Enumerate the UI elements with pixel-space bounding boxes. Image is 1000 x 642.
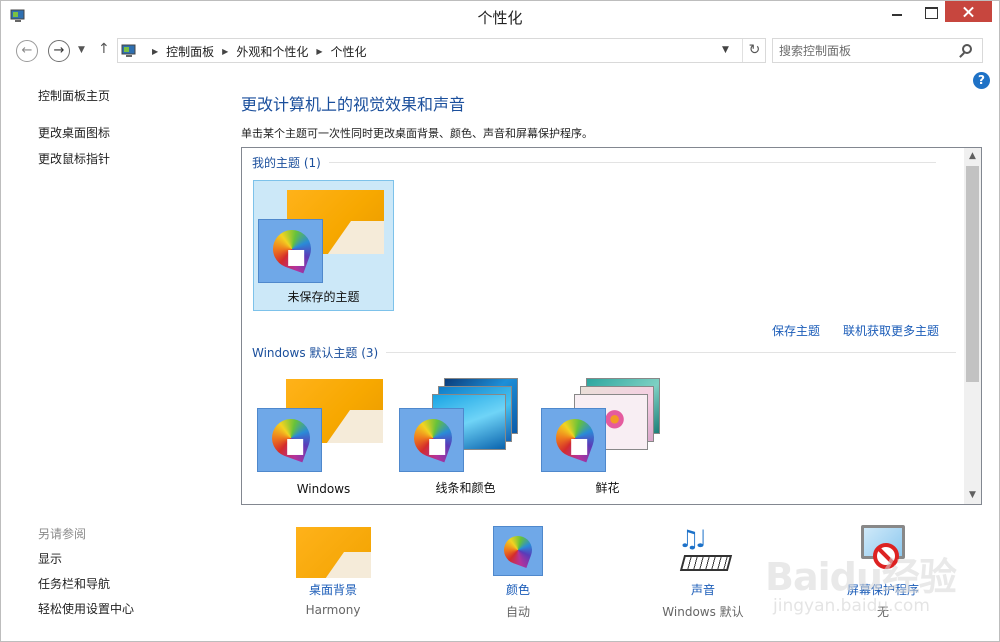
color-fan-icon (550, 413, 600, 463)
sound-setting[interactable]: ♫♩ 声音 Windows 默认 (653, 523, 753, 623)
color-swatch-icon (257, 408, 322, 472)
chevron-right-icon[interactable]: ▶ (316, 47, 322, 56)
chevron-right-icon[interactable]: ▶ (222, 47, 228, 56)
screen-saver-setting[interactable]: 屏幕保护程序 无 (833, 523, 933, 623)
my-themes-header-label: 我的主题 (1) (252, 156, 321, 170)
page-title: 更改计算机上的视觉效果和声音 (241, 95, 466, 114)
scrollbar-thumb[interactable] (966, 166, 979, 382)
nav-change-mouse-pointers[interactable]: 更改鼠标指针 (38, 150, 110, 167)
chevron-right-icon[interactable]: ▶ (152, 47, 158, 56)
maximize-button[interactable] (916, 1, 946, 22)
screen-saver-icon (857, 525, 911, 573)
get-more-themes-link[interactable]: 联机获取更多主题 (843, 322, 939, 339)
nav-display[interactable]: 显示 (38, 550, 62, 567)
minimize-button[interactable] (882, 1, 912, 22)
search-box (772, 38, 983, 63)
title-bar: 个性化 (1, 1, 999, 32)
control-panel-icon (121, 44, 136, 57)
color-fan-icon (500, 532, 536, 568)
color-fan-icon (408, 413, 458, 463)
my-themes-header: 我的主题 (1) (252, 154, 936, 171)
forward-button[interactable]: → (48, 40, 70, 62)
refresh-button[interactable]: ↻ (742, 39, 766, 62)
color-fan-icon (267, 224, 317, 274)
back-button[interactable]: ← (16, 40, 38, 62)
theme-tile-label: 未保存的主题 (287, 290, 360, 304)
breadcrumb-appearance[interactable]: 外观和个性化 (236, 43, 308, 60)
keyboard-icon (679, 555, 733, 571)
nav-control-panel-home[interactable]: 控制面板主页 (38, 87, 110, 104)
color-link[interactable]: 颜色 (468, 581, 568, 598)
sound-link[interactable]: 声音 (653, 581, 753, 598)
desktop-background-link[interactable]: 桌面背景 (283, 581, 383, 598)
search-input[interactable] (779, 42, 954, 59)
vertical-scrollbar[interactable]: ▲ ▼ (964, 148, 981, 504)
breadcrumb: ▶ 控制面板 ▶ 外观和个性化 ▶ 个性化 (144, 43, 367, 60)
nav-taskbar-navigation[interactable]: 任务栏和导航 (38, 575, 110, 592)
theme-tile-lines-and-colors[interactable]: 线条和颜色 (395, 370, 536, 501)
theme-tile-flowers[interactable]: 鲜花 (537, 370, 678, 501)
theme-tile-label: Windows (296, 482, 351, 496)
screen-saver-link[interactable]: 屏幕保护程序 (833, 581, 933, 598)
wallpaper-thumbnail (296, 527, 371, 578)
page-description: 单击某个主题可一次性同时更改桌面背景、颜色、声音和屏幕保护程序。 (241, 127, 593, 140)
theme-tile-label: 线条和颜色 (435, 481, 496, 495)
desktop-background-value: Harmony (305, 603, 361, 617)
scroll-down-button[interactable]: ▼ (964, 487, 981, 504)
color-fan-icon (266, 413, 316, 463)
close-button[interactable] (945, 1, 992, 22)
search-icon[interactable] (962, 44, 972, 54)
color-swatch-icon (493, 526, 543, 576)
color-swatch-icon (258, 219, 323, 283)
help-icon[interactable]: ? (973, 72, 990, 89)
address-dropdown-button[interactable]: ▼ (722, 45, 729, 55)
music-notes-icon: ♫♩ (678, 525, 707, 553)
color-swatch-icon (541, 408, 606, 472)
theme-list: 我的主题 (1) 未保存的主题 保存主题 联机获取更多主题 Windows 默认… (241, 147, 982, 505)
color-setting[interactable]: 颜色 自动 (468, 523, 568, 623)
default-themes-header: Windows 默认主题 (3) (252, 344, 957, 361)
address-bar[interactable]: ▶ 控制面板 ▶ 外观和个性化 ▶ 个性化 ▼ ↻ (117, 38, 766, 63)
sound-icon: ♫♩ (674, 525, 734, 575)
divider (328, 162, 936, 163)
screen-saver-value: 无 (876, 605, 889, 619)
up-button[interactable]: ↑ (98, 41, 110, 57)
color-swatch-icon (399, 408, 464, 472)
nav-change-desktop-icons[interactable]: 更改桌面图标 (38, 124, 110, 141)
color-value: 自动 (505, 605, 530, 619)
see-also-heading: 另请参阅 (38, 527, 87, 541)
desktop-background-setting[interactable]: 桌面背景 Harmony (283, 523, 383, 623)
breadcrumb-control-panel[interactable]: 控制面板 (166, 43, 214, 60)
window-title: 个性化 (477, 9, 523, 27)
theme-tile-unsaved[interactable]: 未保存的主题 (253, 180, 394, 311)
default-themes-header-label: Windows 默认主题 (3) (252, 346, 379, 360)
recent-locations-dropdown[interactable]: ▼ (78, 45, 85, 55)
navigation-bar: ← → ▼ ↑ ▶ 控制面板 ▶ 外观和个性化 ▶ 个性化 ▼ ↻ (1, 32, 999, 70)
scroll-up-button[interactable]: ▲ (964, 148, 981, 165)
no-sign-icon (873, 543, 899, 569)
save-theme-link[interactable]: 保存主题 (772, 322, 820, 339)
theme-tile-windows[interactable]: Windows (253, 370, 394, 501)
nav-ease-of-access-center[interactable]: 轻松使用设置中心 (38, 600, 134, 617)
divider (386, 352, 957, 353)
theme-tile-label: 鲜花 (595, 481, 620, 495)
sound-value: Windows 默认 (662, 605, 744, 619)
breadcrumb-personalization[interactable]: 个性化 (331, 43, 367, 60)
personalization-window: 个性化 ← → ▼ ↑ ▶ 控制面板 ▶ 外观和个性化 ▶ 个性化 ▼ ↻ 搜索… (0, 0, 1000, 642)
